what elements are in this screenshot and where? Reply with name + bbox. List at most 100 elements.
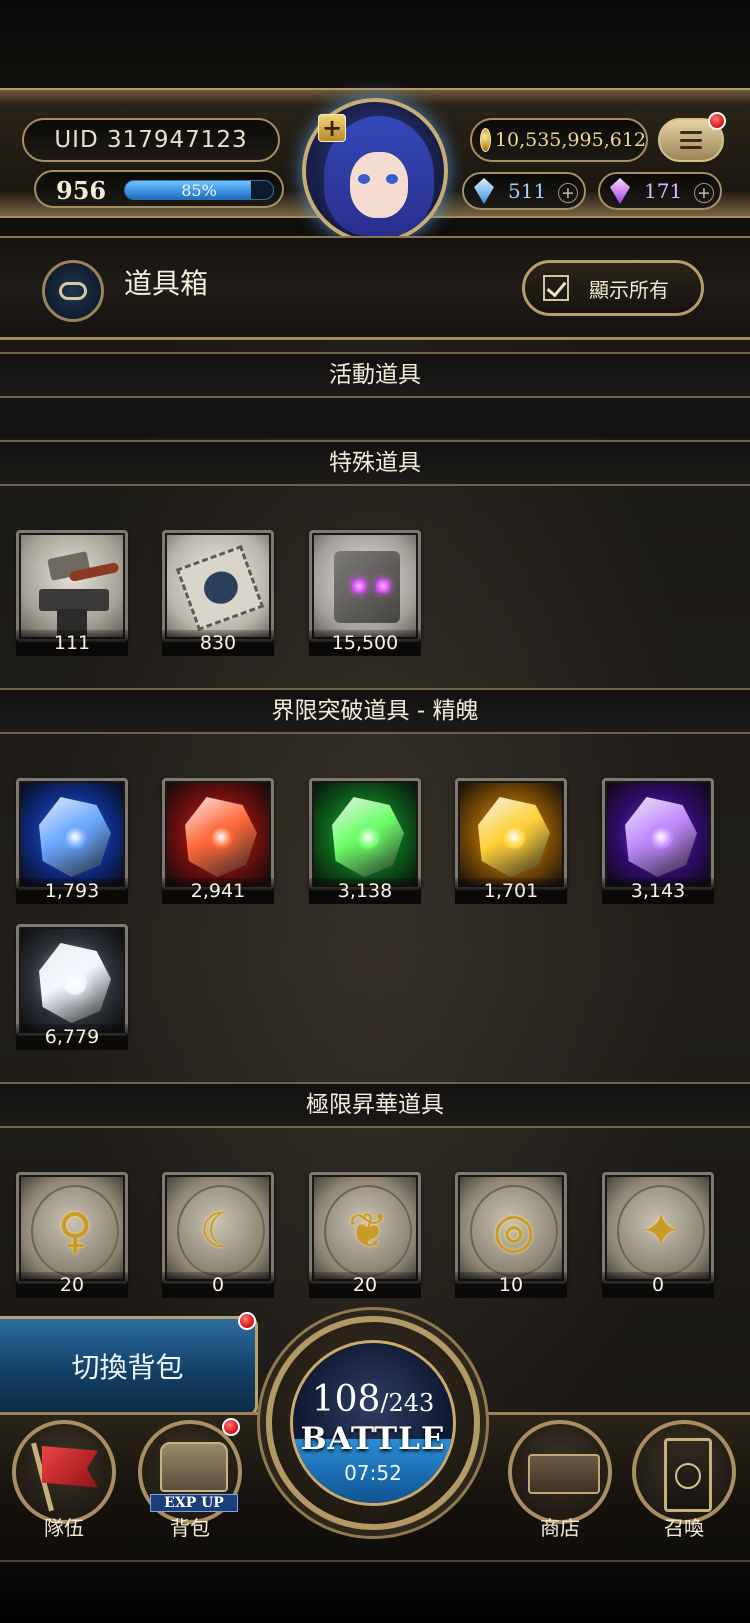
- stamina-max: /243: [380, 1389, 435, 1417]
- red-crystal-icon: [162, 778, 274, 890]
- item-slot[interactable]: 830: [162, 530, 274, 656]
- nav-shop-button[interactable]: [508, 1420, 612, 1524]
- item-count: 830: [162, 630, 274, 656]
- gold-amount: 10,535,995,612: [494, 129, 646, 151]
- page-title: 道具箱: [124, 267, 209, 300]
- item-count: 1,701: [455, 878, 567, 904]
- switch-bag-notification-dot: [238, 1312, 256, 1330]
- show-all-toggle[interactable]: 顯示所有: [522, 260, 704, 316]
- player-level: 956: [56, 176, 107, 205]
- gold-display: 10,535,995,612: [470, 118, 648, 162]
- bag-notification-dot: [222, 1418, 240, 1436]
- item-count: 111: [16, 630, 128, 656]
- item-slot[interactable]: 3,143: [602, 778, 714, 904]
- summon-card-icon: [664, 1438, 712, 1512]
- rune-stone-1-icon: ♀: [16, 1172, 128, 1284]
- item-slot[interactable]: ✦ 0: [602, 1172, 714, 1298]
- item-count: 20: [309, 1272, 421, 1298]
- item-slot[interactable]: 6,779: [16, 924, 128, 1050]
- nav-team-button[interactable]: [12, 1420, 116, 1524]
- switch-bag-label: 切換背包: [71, 1351, 184, 1384]
- item-count: 0: [162, 1272, 274, 1298]
- blue-gem-display: 511 +: [462, 172, 586, 210]
- red-flag-icon: [42, 1446, 98, 1488]
- exp-percent: 85%: [181, 181, 217, 200]
- rune-stone-2-icon: ☾: [162, 1172, 274, 1284]
- battle-label: BATTLE: [300, 1421, 446, 1457]
- item-count: 0: [602, 1272, 714, 1298]
- avatar-eye-left: [358, 174, 370, 184]
- nav-summon-label: 召喚: [664, 1516, 704, 1540]
- item-count: 15,500: [309, 630, 421, 656]
- section-header-event-items: 活動道具: [0, 352, 750, 398]
- rune-stone-4-icon: ◎: [455, 1172, 567, 1284]
- uid-display: UID 317947123: [22, 118, 280, 162]
- purple-gem-display: 171 +: [598, 172, 722, 210]
- hamburger-menu-icon: [680, 131, 702, 149]
- item-count: 3,138: [309, 878, 421, 904]
- add-blue-gem-button[interactable]: +: [558, 183, 578, 203]
- item-slot[interactable]: ♀ 20: [16, 1172, 128, 1298]
- section-header-ascension-items: 極限昇華道具: [0, 1082, 750, 1128]
- item-slot[interactable]: 1,701: [455, 778, 567, 904]
- purple-gem-icon: [610, 178, 630, 204]
- exp-up-badge: EXP UP: [150, 1494, 238, 1512]
- item-slot[interactable]: 3,138: [309, 778, 421, 904]
- checkbox-checked-icon: [543, 275, 569, 301]
- show-all-label: 顯示所有: [589, 277, 669, 302]
- item-count: 6,779: [16, 1024, 128, 1050]
- item-slot[interactable]: ❦ 20: [309, 1172, 421, 1298]
- green-crystal-icon: [309, 778, 421, 890]
- stone-cube-icon: [309, 530, 421, 642]
- avatar-eye-right: [386, 174, 398, 184]
- item-slot[interactable]: 1,793: [16, 778, 128, 904]
- item-count: 2,941: [162, 878, 274, 904]
- section-header-special-items: 特殊道具: [0, 440, 750, 486]
- gold-coin-icon: [480, 128, 491, 152]
- avatar-plus-icon[interactable]: +: [318, 114, 346, 142]
- stamina-timer: 07:52: [344, 1461, 402, 1485]
- bottom-ornament: [0, 1560, 750, 1623]
- nav-summon-button[interactable]: [632, 1420, 736, 1524]
- item-count: 1,793: [16, 878, 128, 904]
- item-count: 10: [455, 1272, 567, 1298]
- battle-orb: 108/243 BATTLE 07:52: [290, 1340, 456, 1506]
- battle-button[interactable]: 108/243 BATTLE 07:52: [266, 1316, 480, 1530]
- back-arrow-icon: [59, 282, 87, 300]
- treasure-chest-icon: [160, 1442, 228, 1492]
- top-bar: UID 317947123 956 85% + 10,535,995,612 5…: [0, 0, 750, 250]
- item-count: 20: [16, 1272, 128, 1298]
- nav-bag-label: 背包: [170, 1516, 210, 1540]
- nav-team-label: 隊伍: [44, 1516, 84, 1540]
- blue-crystal-icon: [16, 778, 128, 890]
- item-slot[interactable]: ☾ 0: [162, 1172, 274, 1298]
- avatar-face: [350, 152, 408, 218]
- uid-text: UID 317947123: [54, 127, 248, 153]
- nav-bag-button[interactable]: EXP UP: [138, 1420, 242, 1524]
- item-slot[interactable]: 15,500: [309, 530, 421, 656]
- exp-bar: 85%: [124, 180, 274, 200]
- stamina-display: 108/243: [293, 1379, 453, 1420]
- blue-gem-amount: 511: [508, 179, 547, 203]
- yellow-crystal-icon: [455, 778, 567, 890]
- ticket-icon: [162, 530, 274, 642]
- nav-shop-label: 商店: [540, 1516, 580, 1540]
- item-count: 3,143: [602, 878, 714, 904]
- rune-stone-5-icon: ✦: [602, 1172, 714, 1284]
- switch-bag-button[interactable]: 切換背包: [0, 1316, 258, 1416]
- menu-notification-dot: [708, 112, 726, 130]
- white-crystal-icon: [16, 924, 128, 1036]
- purple-gem-amount: 171: [644, 179, 683, 203]
- stamina-current: 108: [311, 1379, 381, 1420]
- hammer-anvil-icon: [16, 530, 128, 642]
- add-purple-gem-button[interactable]: +: [694, 183, 714, 203]
- blue-gem-icon: [474, 178, 494, 204]
- item-slot[interactable]: 2,941: [162, 778, 274, 904]
- item-slot[interactable]: 111: [16, 530, 128, 656]
- purple-crystal-icon: [602, 778, 714, 890]
- level-exp-panel: 956 85%: [34, 170, 284, 208]
- item-slot[interactable]: ◎ 10: [455, 1172, 567, 1298]
- shop-sign-icon: [528, 1454, 600, 1494]
- section-header-limit-break-items: 界限突破道具 - 精魄: [0, 688, 750, 734]
- back-button[interactable]: [42, 260, 104, 322]
